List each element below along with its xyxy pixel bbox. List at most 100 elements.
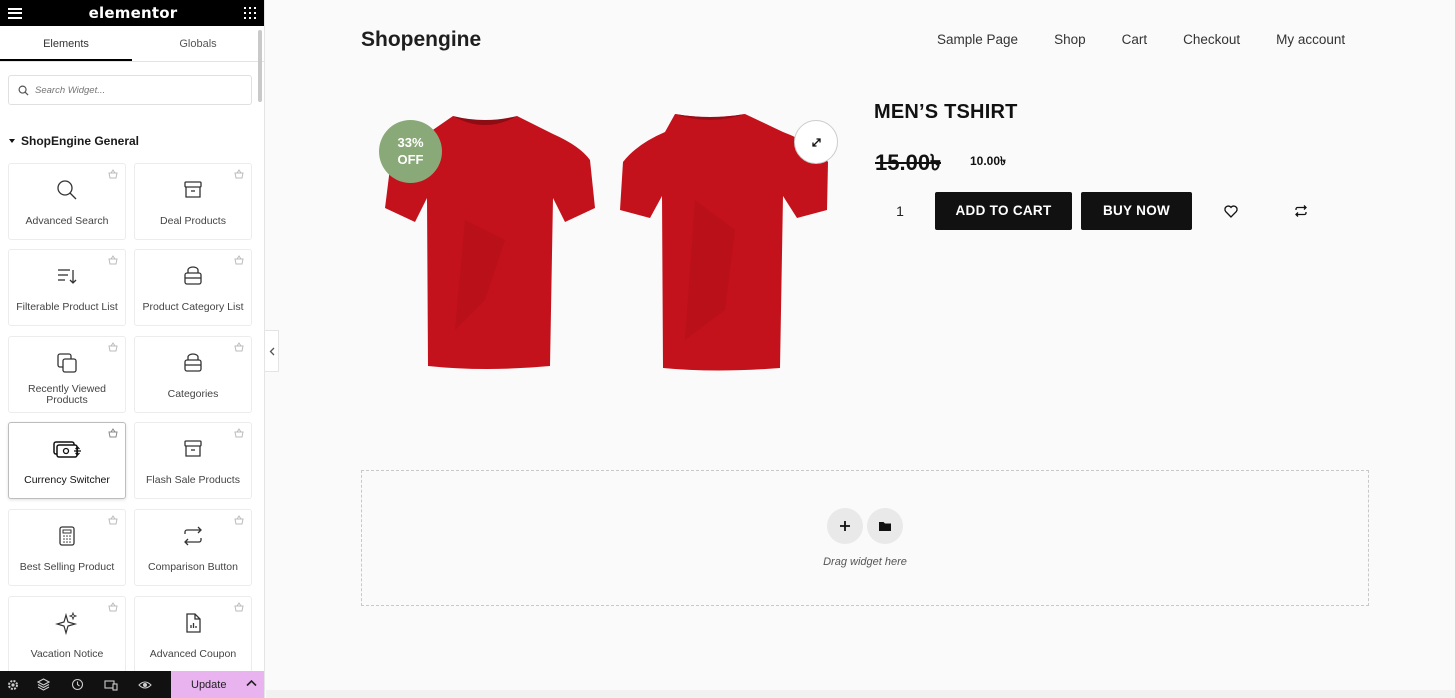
discount-off-label: OFF xyxy=(397,152,424,167)
widget-label: Categories xyxy=(167,388,219,400)
sparkle-icon xyxy=(55,611,78,635)
widget-label: Filterable Product List xyxy=(16,301,118,313)
caret-down-icon xyxy=(9,139,15,143)
nav-my-account[interactable]: My account xyxy=(1276,32,1345,47)
stack-icon xyxy=(184,266,202,285)
pro-basket-icon xyxy=(108,428,118,438)
add-section-button[interactable] xyxy=(827,508,863,544)
expand-icon xyxy=(811,137,821,147)
discount-badge: 33% OFF xyxy=(379,120,442,183)
chevron-left-icon xyxy=(269,347,274,355)
copy-icon xyxy=(57,353,77,373)
panel-tabs: Elements Globals xyxy=(0,26,264,62)
canvas-footer-strip xyxy=(266,690,1455,698)
history-icon[interactable] xyxy=(60,671,94,698)
pro-basket-icon xyxy=(234,602,244,612)
regular-price: 15.00৳ xyxy=(875,150,942,175)
widget-label: Best Selling Product xyxy=(19,561,115,573)
preview-eye-icon[interactable] xyxy=(128,671,162,698)
buy-now-button[interactable]: BUY NOW xyxy=(1081,192,1192,230)
add-to-cart-button[interactable]: ADD TO CART xyxy=(935,192,1072,230)
panel-header: elementor xyxy=(0,0,264,26)
widget-label: Advanced Coupon xyxy=(149,648,237,660)
archive-box-icon xyxy=(184,181,202,198)
widget-deal-products[interactable]: Deal Products xyxy=(134,163,252,240)
widget-label: Flash Sale Products xyxy=(146,474,240,486)
widget-filterable-product-list[interactable]: Filterable Product List xyxy=(8,249,126,326)
empty-section-dropzone[interactable] xyxy=(361,470,1369,606)
panel-footer: Update xyxy=(0,671,264,698)
elementor-logo: elementor xyxy=(88,4,178,22)
calculator-icon xyxy=(59,526,75,546)
widget-advanced-coupon[interactable]: Advanced Coupon xyxy=(134,596,252,673)
category-title: ShopEngine General xyxy=(21,134,140,148)
pro-basket-icon xyxy=(234,428,244,438)
site-brand[interactable]: Shopengine xyxy=(361,28,481,52)
widget-vacation-notice[interactable]: Vacation Notice xyxy=(8,596,126,673)
add-template-button[interactable] xyxy=(867,508,903,544)
widget-comparison-button[interactable]: Comparison Button xyxy=(134,509,252,586)
widget-flash-sale-products[interactable]: Flash Sale Products xyxy=(134,422,252,499)
archive-box-icon xyxy=(184,440,202,457)
update-button[interactable]: Update xyxy=(171,671,264,698)
folder-icon xyxy=(879,522,891,531)
plus-icon xyxy=(840,521,850,531)
widget-advanced-search[interactable]: Advanced Search xyxy=(8,163,126,240)
pro-basket-icon xyxy=(234,515,244,525)
panel-collapse-toggle[interactable] xyxy=(265,330,279,372)
widget-label: Advanced Search xyxy=(25,215,109,227)
widget-label: Deal Products xyxy=(160,215,226,227)
wishlist-button[interactable] xyxy=(1219,199,1243,223)
nav-checkout[interactable]: Checkout xyxy=(1183,32,1240,47)
elementor-panel: elementor Elements Globals ShopEngine Ge… xyxy=(0,0,265,698)
arrows-exchange-icon xyxy=(1295,205,1307,217)
product-gallery[interactable] xyxy=(375,100,845,390)
panel-scrollbar[interactable] xyxy=(258,30,262,102)
widget-label: Comparison Button xyxy=(148,561,238,573)
tab-elements[interactable]: Elements xyxy=(0,26,132,61)
settings-gear-icon[interactable] xyxy=(0,671,26,698)
stack-icon xyxy=(184,353,202,372)
tab-globals[interactable]: Globals xyxy=(132,26,264,61)
search-icon xyxy=(57,180,77,200)
heart-icon xyxy=(1224,204,1238,218)
search-icon xyxy=(18,85,29,96)
nav-cart[interactable]: Cart xyxy=(1122,32,1148,47)
sale-price: 10.00৳ xyxy=(970,154,1007,168)
filter-list-icon xyxy=(58,269,77,284)
hamburger-menu-icon[interactable] xyxy=(8,7,22,19)
responsive-mode-icon[interactable] xyxy=(94,671,128,698)
chevron-up-icon[interactable] xyxy=(246,679,257,687)
main-navigation: Sample Page Shop Cart Checkout My accoun… xyxy=(937,32,1345,47)
pro-basket-icon xyxy=(108,169,118,179)
widget-product-category-list[interactable]: Product Category List xyxy=(134,249,252,326)
widget-recently-viewed-products[interactable]: Recently Viewed Products xyxy=(8,336,126,413)
pro-basket-icon xyxy=(108,602,118,612)
product-title: MEN’S TSHIRT xyxy=(874,101,1018,123)
widget-categories[interactable]: Categories xyxy=(134,336,252,413)
currency-icon xyxy=(53,441,81,458)
document-chart-icon xyxy=(186,613,201,633)
pro-basket-icon xyxy=(108,342,118,352)
widget-currency-switcher[interactable]: Currency Switcher xyxy=(8,422,126,499)
dropzone-hint: Drag widget here xyxy=(823,556,907,568)
widget-label: Currency Switcher xyxy=(24,474,110,486)
pro-basket-icon xyxy=(234,169,244,179)
widget-search-box xyxy=(8,75,252,105)
widget-label: Recently Viewed Products xyxy=(27,383,107,406)
widget-best-selling-product[interactable]: Best Selling Product xyxy=(8,509,126,586)
gallery-zoom-button[interactable] xyxy=(794,120,838,164)
widget-label: Vacation Notice xyxy=(30,648,104,660)
layers-icon[interactable] xyxy=(26,671,60,698)
category-toggle[interactable]: ShopEngine General xyxy=(9,134,139,148)
discount-percent: 33% xyxy=(397,135,424,150)
search-input[interactable] xyxy=(35,84,235,96)
nav-sample-page[interactable]: Sample Page xyxy=(937,32,1018,47)
arrows-exchange-icon xyxy=(184,526,202,546)
nav-shop[interactable]: Shop xyxy=(1054,32,1086,47)
apps-grid-icon[interactable] xyxy=(244,7,256,19)
editor-root: elementor Elements Globals ShopEngine Ge… xyxy=(0,0,1455,698)
compare-button[interactable] xyxy=(1289,199,1313,223)
pro-basket-icon xyxy=(108,515,118,525)
quantity-input[interactable]: 1 xyxy=(880,192,920,230)
